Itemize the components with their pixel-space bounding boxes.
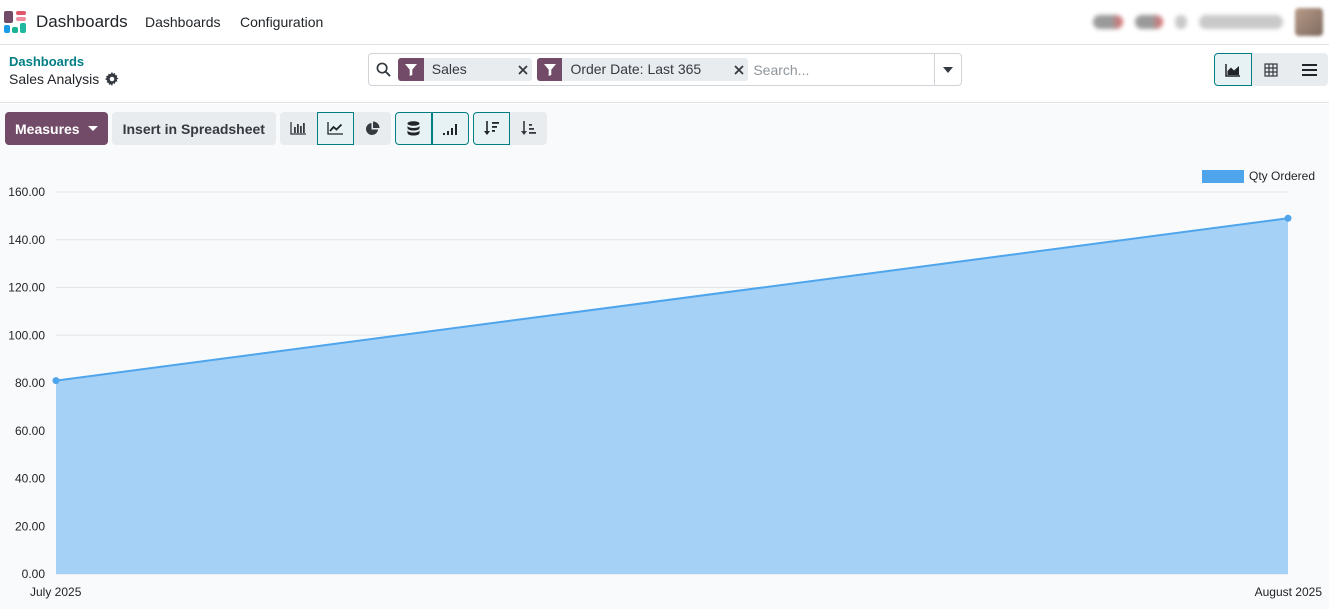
sort-descending-icon [483, 121, 499, 135]
graph-chart: 0.00 20.00 40.00 60.00 80.00 100.00 120.00 140.… [0, 160, 1329, 609]
table-icon [1264, 62, 1278, 77]
search-facet-order-date: Order Date: Last 365 Days [536, 58, 749, 81]
line-chart-icon [327, 122, 344, 135]
x-tick-label: August 2025 [1255, 585, 1323, 599]
graph-toolbar: Measures Insert in Spreadsheet [5, 112, 547, 145]
pivot-view-button[interactable] [1252, 53, 1290, 86]
breadcrumb[interactable]: Dashboards [9, 54, 84, 69]
x-tick-label: July 2025 [30, 585, 82, 599]
stacked-button[interactable] [394, 112, 432, 145]
y-tick-label: 120.00 [8, 281, 45, 295]
bar-chart-icon [290, 122, 307, 135]
bar-chart-button[interactable] [279, 112, 317, 145]
facet-remove-icon[interactable] [730, 58, 748, 81]
y-tick-label: 0.00 [22, 567, 46, 581]
data-point [52, 377, 60, 385]
y-tick-label: 40.00 [15, 472, 45, 486]
sort-ascending-icon [520, 121, 536, 135]
list-view-button[interactable] [1290, 53, 1328, 86]
area-chart-icon [1225, 63, 1240, 77]
database-icon [407, 121, 420, 136]
data-point [1284, 214, 1292, 222]
legend-label: Qty Ordered [1249, 169, 1315, 183]
y-tick-label: 20.00 [15, 519, 45, 533]
pie-chart-button[interactable] [353, 112, 391, 145]
search-facet-sales-orders: Sales Orders [398, 58, 532, 81]
search-input[interactable] [753, 61, 935, 78]
chat-icon[interactable] [1093, 15, 1123, 29]
facet-label: Order Date: Last 365 Days [570, 61, 702, 77]
measures-label: Measures [15, 120, 80, 137]
sort-descending-button[interactable] [472, 112, 510, 145]
pie-chart-icon [366, 121, 380, 135]
facet-remove-icon[interactable] [514, 58, 532, 81]
series-layer [52, 214, 1292, 574]
app-name[interactable]: Dashboards [36, 12, 128, 32]
y-tick-label: 140.00 [8, 233, 45, 247]
top-navbar: Dashboards Dashboards Configuration [0, 0, 1329, 45]
line-chart-button[interactable] [316, 112, 354, 145]
y-tick-label: 60.00 [15, 424, 45, 438]
y-tick-label: 100.00 [8, 328, 45, 342]
company-switcher[interactable] [1199, 15, 1283, 29]
graph-view-button[interactable] [1214, 53, 1252, 86]
insert-in-spreadsheet-button[interactable]: Insert in Spreadsheet [111, 112, 276, 145]
y-tick-label: 160.00 [8, 185, 45, 199]
search-options-toggle[interactable] [934, 54, 961, 85]
activity-icon[interactable] [1135, 15, 1163, 29]
settings-icon[interactable] [1175, 15, 1187, 29]
systray [1093, 8, 1323, 36]
signal-icon [443, 123, 458, 135]
list-icon [1301, 63, 1317, 76]
facet-label: Sales Orders [431, 61, 467, 77]
gear-icon[interactable] [105, 72, 119, 86]
legend-swatch [1202, 170, 1244, 183]
page-title: Sales Analysis [9, 71, 100, 87]
series-area [56, 218, 1288, 574]
caret-down-icon [87, 126, 98, 131]
legend[interactable]: Qty Ordered [1202, 169, 1315, 183]
filter-icon [398, 58, 424, 81]
chart-type-group [279, 112, 391, 145]
view-switcher [1214, 53, 1328, 86]
search-bar: Sales Orders Order Date: Last 365 Days [368, 53, 962, 86]
sort-ascending-button[interactable] [509, 112, 547, 145]
dashboards-app-icon[interactable] [4, 11, 26, 33]
filter-icon [536, 58, 563, 81]
menu-configuration[interactable]: Configuration [240, 14, 323, 30]
area-chart: 0.00 20.00 40.00 60.00 80.00 100.00 120.00 140.… [8, 169, 1323, 599]
sort-group [472, 112, 547, 145]
page-title-row: Sales Analysis [9, 71, 119, 87]
y-tick-label: 80.00 [15, 376, 45, 390]
search-icon[interactable] [369, 54, 398, 85]
stack-cumulative-group [394, 112, 469, 145]
caret-down-icon [943, 66, 954, 73]
control-panel: Dashboards Sales Analysis Sales Orders O… [0, 45, 1329, 103]
measures-button[interactable]: Measures [5, 112, 108, 145]
menu-dashboards[interactable]: Dashboards [145, 14, 221, 30]
user-avatar[interactable] [1295, 8, 1323, 36]
cumulative-button[interactable] [431, 112, 469, 145]
